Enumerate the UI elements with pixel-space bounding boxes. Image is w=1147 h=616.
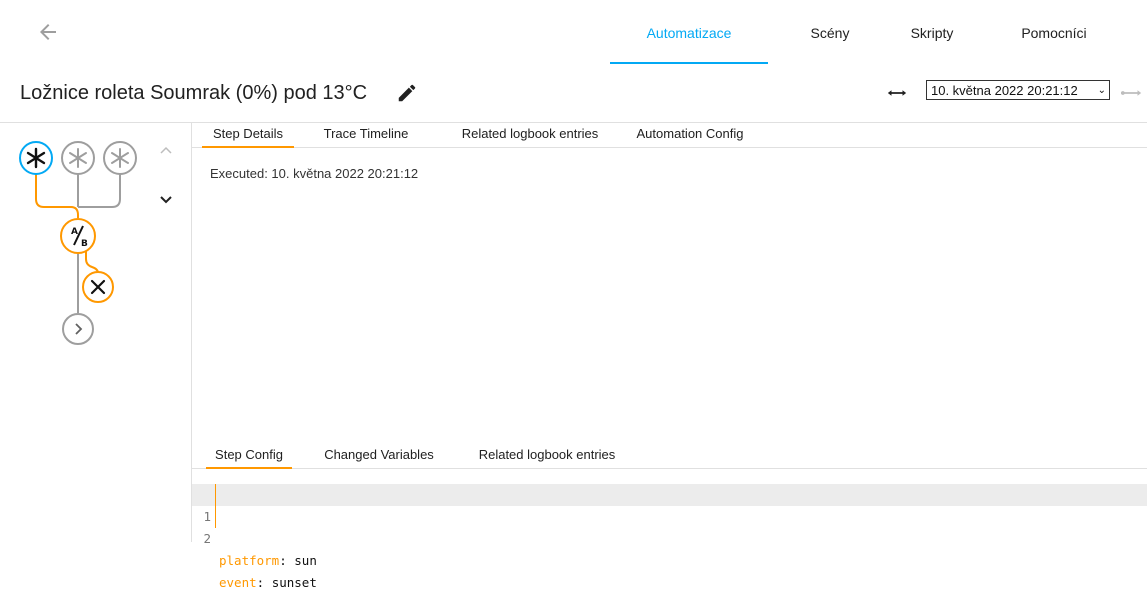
trace-select-value: 10. května 2022 20:21:12 [931, 83, 1078, 98]
details-tabs: Step Details Trace Timeline Related logb… [192, 123, 1147, 148]
code-value: sunset [271, 575, 317, 590]
config-tabs: Step Config Changed Variables Related lo… [192, 444, 1147, 469]
tab-changed-variables[interactable]: Changed Variables [316, 444, 442, 468]
tab-skripty[interactable]: Skripty [882, 0, 982, 64]
code-separator: : [256, 575, 272, 590]
page-title: Ložnice roleta Soumrak (0%) pod 13°C [20, 82, 368, 104]
chevron-down-icon[interactable] [156, 189, 176, 209]
trigger-node-1[interactable] [19, 141, 53, 175]
tab-related-logbook-config[interactable]: Related logbook entries [470, 444, 624, 468]
top-app-bar: Automatizace Scény Skripty Pomocníci [0, 0, 1147, 64]
tab-sceny[interactable]: Scény [782, 0, 878, 64]
code-key: platform [219, 553, 280, 568]
tab-pomocnici[interactable]: Pomocníci [994, 0, 1114, 64]
gutter-marker [215, 484, 216, 506]
arrow-left-icon[interactable] [36, 20, 60, 44]
tab-automation-config[interactable]: Automation Config [628, 123, 752, 147]
code-editor[interactable]: 1 platform: sun 2 event: sunset [192, 484, 1147, 590]
line-number: 2 [203, 531, 211, 546]
gutter-marker [215, 506, 216, 528]
code-separator: : [279, 553, 295, 568]
end-node[interactable] [62, 313, 94, 345]
code-line: 1 platform: sun [192, 484, 1147, 568]
trace-select[interactable]: 10. května 2022 20:21:12 ⌄ [926, 80, 1110, 100]
tab-related-logbook[interactable]: Related logbook entries [446, 123, 614, 147]
svg-text:A: A [71, 227, 78, 237]
stop-node[interactable] [82, 271, 114, 303]
executed-text: Executed: 10. května 2022 20:21:12 [210, 166, 419, 181]
code-key: event [219, 575, 257, 590]
graph-connector [78, 173, 121, 208]
code-value: sun [294, 553, 317, 568]
graph-connector [35, 173, 79, 218]
tab-trace-timeline[interactable]: Trace Timeline [314, 123, 418, 147]
chevron-down-icon: ⌄ [1097, 85, 1106, 96]
tab-automatizace[interactable]: Automatizace [610, 0, 768, 64]
chevron-up-icon[interactable] [156, 141, 176, 161]
tab-step-details[interactable]: Step Details [202, 123, 294, 148]
svg-text:B: B [81, 239, 88, 249]
choose-node[interactable]: A B [60, 218, 96, 254]
arrow-left-right-icon[interactable] [886, 82, 908, 104]
pencil-icon[interactable] [396, 82, 418, 104]
arrow-right-icon[interactable] [1118, 82, 1146, 104]
tab-step-config[interactable]: Step Config [206, 444, 292, 469]
graph-connector [85, 251, 99, 274]
trigger-node-2[interactable] [61, 141, 95, 175]
trace-graph-panel: A B [0, 123, 192, 542]
code-line: 2 event: sunset [192, 506, 1147, 590]
trigger-node-3[interactable] [103, 141, 137, 175]
